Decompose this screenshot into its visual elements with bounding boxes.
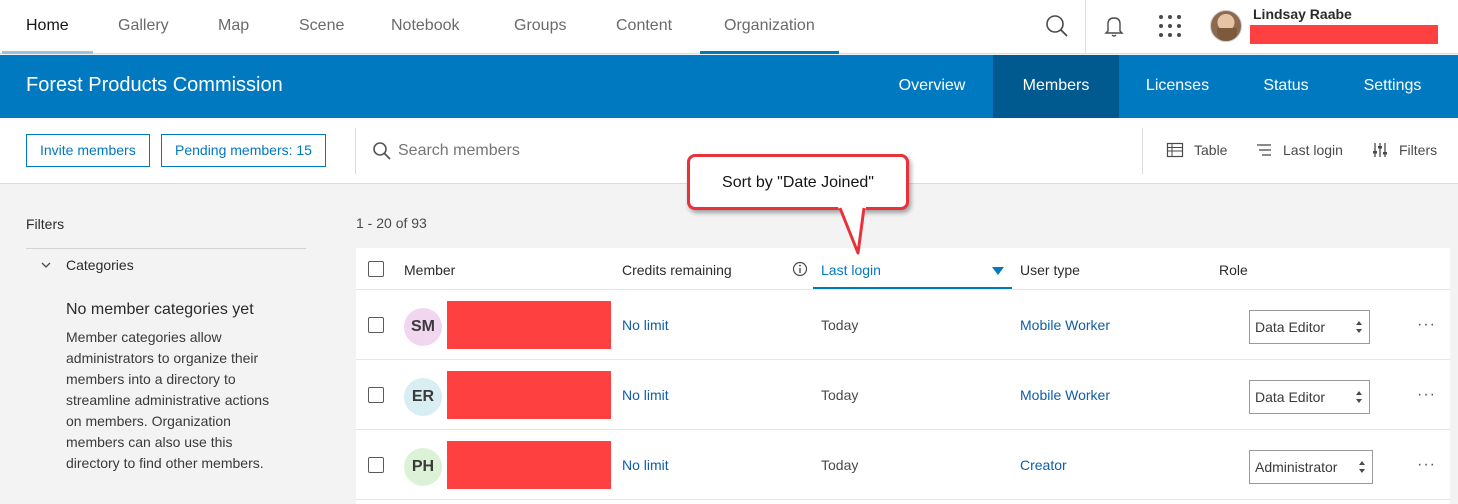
more-icon[interactable]: ··· xyxy=(1417,316,1436,334)
table-row[interactable]: PH No limit Today Creator Administrator … xyxy=(356,430,1450,500)
credits-remaining[interactable]: No limit xyxy=(622,387,669,403)
apps-grid-icon[interactable] xyxy=(1156,12,1184,40)
last-login-value: Today xyxy=(821,457,859,473)
redaction-bar xyxy=(1250,25,1438,44)
table-header: Member Credits remaining Last login User… xyxy=(356,248,1450,290)
chevron-down-icon[interactable] xyxy=(40,258,52,276)
pending-members-button[interactable]: Pending members: 15 xyxy=(161,134,326,167)
role-select[interactable]: Data Editor xyxy=(1249,310,1370,344)
nav-tab-organization[interactable]: Organization xyxy=(700,0,839,54)
invite-members-button[interactable]: Invite members xyxy=(26,134,150,167)
search-icon[interactable] xyxy=(1043,12,1071,40)
nav-tab-gallery[interactable]: Gallery xyxy=(118,0,169,54)
row-checkbox[interactable] xyxy=(368,457,384,473)
select-arrows-icon xyxy=(1356,391,1362,403)
empty-categories-description: Member categories allow administrators t… xyxy=(66,329,270,471)
role-value: Data Editor xyxy=(1255,389,1326,405)
sort-icon xyxy=(1257,144,1271,156)
org-tab-settings[interactable]: Settings xyxy=(1350,55,1435,118)
more-icon[interactable]: ··· xyxy=(1417,456,1436,474)
organization-header: Forest Products Commission Overview Memb… xyxy=(0,55,1458,118)
results-count: 1 - 20 of 93 xyxy=(356,215,427,231)
header-member[interactable]: Member xyxy=(404,262,455,278)
nav-divider xyxy=(1085,0,1086,54)
view-table-button[interactable]: Table xyxy=(1166,142,1228,158)
org-name: Forest Products Commission xyxy=(26,74,283,96)
user-type-link[interactable]: Mobile Worker xyxy=(1020,387,1110,403)
header-last-login[interactable]: Last login xyxy=(821,262,881,278)
sort-desc-icon[interactable] xyxy=(992,263,1004,281)
header-role[interactable]: Role xyxy=(1219,262,1248,278)
redaction-bar xyxy=(447,371,611,419)
members-table: Member Credits remaining Last login User… xyxy=(356,248,1450,504)
sort-label: Last login xyxy=(1283,142,1343,158)
org-tab-overview[interactable]: Overview xyxy=(878,55,986,118)
org-tab-status[interactable]: Status xyxy=(1246,55,1326,118)
user-avatar[interactable] xyxy=(1210,10,1242,42)
role-select[interactable]: Administrator xyxy=(1249,450,1373,484)
callout-pointer xyxy=(838,207,866,255)
role-value: Data Editor xyxy=(1255,319,1326,335)
last-login-value: Today xyxy=(821,387,859,403)
filters-divider xyxy=(26,248,306,249)
row-checkbox[interactable] xyxy=(368,387,384,403)
toolbar-divider xyxy=(1142,128,1143,174)
header-credits[interactable]: Credits remaining xyxy=(622,262,732,278)
categories-toggle[interactable]: Categories xyxy=(66,257,134,273)
org-tab-members[interactable]: Members xyxy=(993,55,1119,118)
filter-icon xyxy=(1373,143,1387,157)
role-value: Administrator xyxy=(1255,459,1338,475)
nav-tab-groups[interactable]: Groups xyxy=(514,0,566,54)
last-login-value: Today xyxy=(821,317,859,333)
user-type-link[interactable]: Mobile Worker xyxy=(1020,317,1110,333)
nav-tab-content[interactable]: Content xyxy=(616,0,672,54)
filters-button[interactable]: Filters xyxy=(1373,142,1438,158)
role-select[interactable]: Data Editor xyxy=(1249,380,1370,414)
header-user-type[interactable]: User type xyxy=(1020,262,1080,278)
user-type-link[interactable]: Creator xyxy=(1020,457,1067,473)
info-icon[interactable] xyxy=(792,261,808,282)
sort-button[interactable]: Last login xyxy=(1257,142,1343,158)
table-row[interactable]: ER No limit Today Mobile Worker Data Edi… xyxy=(356,360,1450,430)
select-all-checkbox[interactable] xyxy=(368,261,384,277)
select-arrows-icon xyxy=(1356,321,1362,333)
credits-remaining[interactable]: No limit xyxy=(622,457,669,473)
nav-tab-home[interactable]: Home xyxy=(2,0,93,54)
member-initials-avatar: PH xyxy=(404,448,442,486)
more-icon[interactable]: ··· xyxy=(1417,386,1436,404)
filters-title: Filters xyxy=(26,216,65,232)
table-icon xyxy=(1166,142,1184,158)
filters-label: Filters xyxy=(1399,142,1438,158)
user-name[interactable]: Lindsay Raabe xyxy=(1253,6,1352,22)
sorted-column-indicator xyxy=(813,287,1012,289)
nav-tab-scene[interactable]: Scene xyxy=(299,0,344,54)
table-row[interactable]: SM No limit Today Mobile Worker Data Edi… xyxy=(356,290,1450,360)
search-icon xyxy=(372,141,392,166)
bell-icon[interactable] xyxy=(1100,12,1128,40)
redaction-bar xyxy=(447,441,611,489)
empty-categories-title: No member categories yet xyxy=(66,301,254,318)
view-label: Table xyxy=(1194,142,1228,158)
top-navigation: Home Gallery Map Scene Notebook Groups C… xyxy=(0,0,1458,54)
callout-text: Sort by "Date Joined" xyxy=(722,174,874,191)
org-tab-licenses[interactable]: Licenses xyxy=(1130,55,1225,118)
toolbar-divider xyxy=(355,128,356,174)
annotation-callout: Sort by "Date Joined" xyxy=(687,154,909,210)
row-checkbox[interactable] xyxy=(368,317,384,333)
nav-tab-notebook[interactable]: Notebook xyxy=(391,0,460,54)
select-arrows-icon xyxy=(1359,461,1365,473)
nav-tab-map[interactable]: Map xyxy=(218,0,249,54)
member-initials-avatar: SM xyxy=(404,308,442,346)
member-initials-avatar: ER xyxy=(404,378,442,416)
credits-remaining[interactable]: No limit xyxy=(622,317,669,333)
redaction-bar xyxy=(447,301,611,349)
